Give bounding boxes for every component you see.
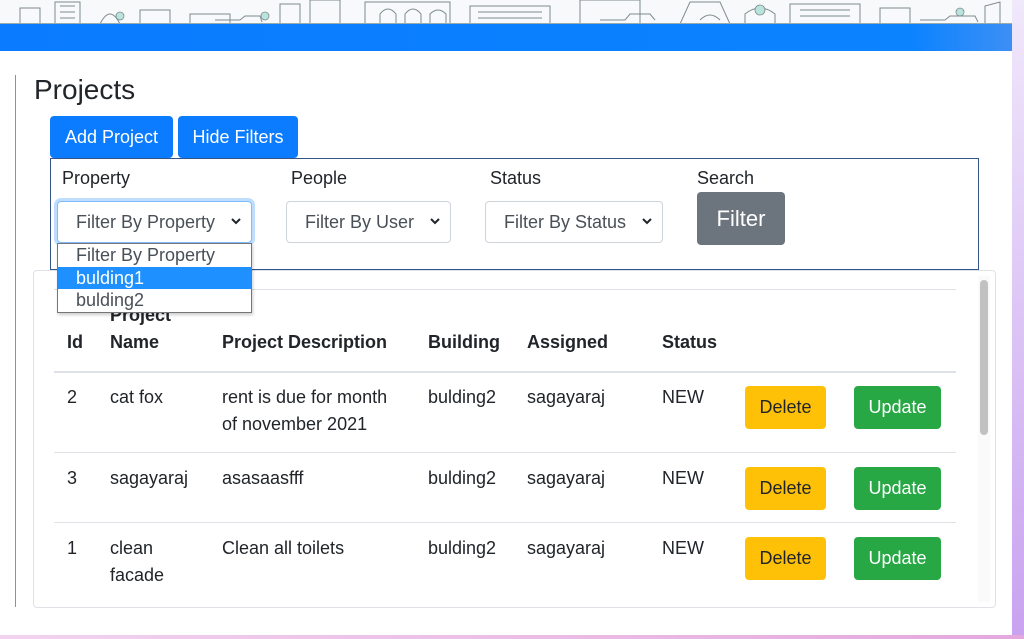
table-scrollbar-thumb[interactable]: [980, 280, 988, 435]
delete-button[interactable]: Delete: [745, 467, 826, 510]
cell-name-line2: facade: [110, 565, 165, 585]
cell-assigned: sagayaraj: [527, 468, 606, 488]
cell-status: NEW: [662, 538, 704, 558]
property-filter-label: Property: [62, 168, 131, 188]
header-building: Building: [428, 332, 500, 352]
cell-name: sagayaraj: [110, 468, 189, 488]
row-divider: [54, 522, 956, 523]
update-button[interactable]: Update: [854, 386, 941, 429]
city-skyline-illustration: [19, 0, 1001, 23]
header-divider: [54, 371, 956, 373]
cell-name: cat fox: [110, 387, 164, 407]
people-filter-label: People: [291, 168, 348, 188]
delete-button[interactable]: Delete: [745, 537, 826, 580]
status-select-value: Filter By Status: [504, 211, 627, 232]
header-description: Project Description: [222, 332, 388, 352]
row-divider: [54, 452, 956, 453]
cell-status: NEW: [662, 387, 704, 407]
city-skyline-banner: [0, 0, 1012, 24]
filter-button[interactable]: Filter: [697, 192, 785, 245]
cell-building: bulding2: [428, 468, 497, 488]
cell-id: 1: [67, 538, 78, 558]
update-button[interactable]: Update: [854, 537, 941, 580]
page-title: Projects: [34, 74, 136, 105]
cell-id: 2: [67, 387, 78, 407]
cell-building: bulding2: [428, 387, 497, 407]
cell-description: Clean all toilets: [222, 538, 345, 558]
header-assigned: Assigned: [527, 332, 609, 352]
hide-filters-button[interactable]: Hide Filters: [178, 116, 298, 158]
chevron-down-icon: [642, 218, 652, 225]
chevron-down-icon: [231, 218, 241, 225]
dropdown-option[interactable]: Filter By Property: [58, 244, 251, 266]
cell-description: asasaasfff: [222, 468, 304, 488]
window-bottom-edge: [0, 635, 1024, 639]
cell-id: 3: [67, 468, 78, 488]
cell-status: NEW: [662, 468, 704, 488]
add-project-button[interactable]: Add Project: [50, 116, 173, 158]
chevron-down-icon: [430, 218, 440, 225]
status-filter-select[interactable]: Filter By Status: [485, 201, 663, 243]
dropdown-option[interactable]: bulding2: [58, 289, 251, 311]
property-select-value: Filter By Property: [76, 211, 216, 232]
cell-description: rent is due for month: [222, 387, 388, 407]
update-button[interactable]: Update: [854, 467, 941, 510]
cell-name: clean: [110, 538, 154, 558]
left-accent-rule: [15, 75, 16, 607]
search-label: Search: [697, 168, 755, 188]
top-navigation-bar: [0, 24, 1012, 51]
header-name-line2: Name: [110, 332, 160, 352]
delete-button[interactable]: Delete: [745, 386, 826, 429]
projects-table-card: Id Project Name Project Description Buil…: [33, 270, 996, 608]
property-dropdown-list: Filter By Property bulding1 bulding2: [57, 243, 252, 313]
header-id: Id: [67, 332, 83, 352]
cell-description-line2: of november 2021: [222, 414, 368, 434]
people-filter-select[interactable]: Filter By User: [286, 201, 451, 243]
people-select-value: Filter By User: [305, 211, 415, 232]
header-status: Status: [662, 332, 718, 352]
cell-assigned: sagayaraj: [527, 538, 606, 558]
cell-assigned: sagayaraj: [527, 387, 606, 407]
cell-building: bulding2: [428, 538, 497, 558]
projects-table: Id Project Name Project Description Buil…: [54, 289, 956, 607]
property-filter-select[interactable]: Filter By Property: [57, 201, 252, 243]
status-filter-label: Status: [490, 168, 542, 188]
dropdown-option-highlighted[interactable]: bulding1: [58, 267, 251, 289]
window-edge: [1012, 0, 1024, 639]
